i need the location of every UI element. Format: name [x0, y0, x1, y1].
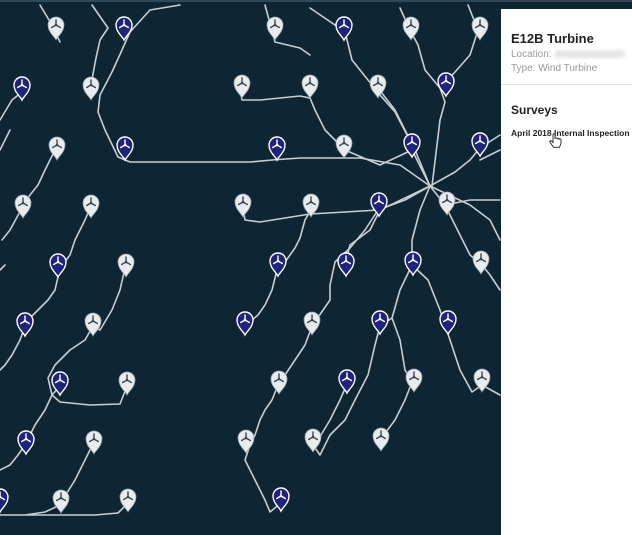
- turbine-marker[interactable]: [372, 427, 390, 452]
- turbine-detail-panel: E12B Turbine Location: Type: Wind Turbin…: [501, 9, 632, 535]
- turbine-marker-inspected[interactable]: [268, 136, 286, 162]
- turbine-layer[interactable]: [0, 16, 491, 514]
- location-label: Location:: [511, 49, 552, 60]
- turbine-marker[interactable]: [335, 134, 353, 159]
- turbine-location: Location:: [511, 49, 632, 60]
- cable-line: [0, 325, 26, 371]
- turbine-marker[interactable]: [82, 194, 100, 219]
- turbine-marker[interactable]: [52, 489, 70, 514]
- turbine-marker-inspected[interactable]: [337, 252, 355, 278]
- hand-cursor-icon: [549, 133, 562, 148]
- turbine-marker[interactable]: [438, 191, 456, 216]
- cable-line: [312, 264, 413, 456]
- turbine-marker-inspected[interactable]: [370, 192, 388, 218]
- turbine-marker-inspected[interactable]: [0, 488, 9, 514]
- turbine-marker-inspected[interactable]: [338, 369, 356, 395]
- turbine-marker-inspected[interactable]: [439, 310, 457, 336]
- turbine-marker-inspected[interactable]: [49, 253, 67, 279]
- turbine-marker[interactable]: [303, 311, 321, 336]
- turbine-marker-inspected[interactable]: [116, 136, 134, 162]
- turbine-marker[interactable]: [14, 194, 32, 219]
- turbine-marker[interactable]: [237, 429, 255, 454]
- cable-line: [0, 129, 11, 151]
- panel-divider: [501, 84, 632, 85]
- turbine-marker-inspected[interactable]: [236, 311, 254, 337]
- turbine-marker[interactable]: [266, 16, 284, 41]
- turbine-marker[interactable]: [85, 430, 103, 455]
- turbine-marker-inspected[interactable]: [115, 16, 133, 42]
- redacted-location: [554, 50, 625, 59]
- turbine-marker[interactable]: [471, 16, 489, 41]
- cable-line: [0, 444, 26, 471]
- surveys-heading: Surveys: [511, 103, 558, 117]
- turbine-type: Type: Wind Turbine: [511, 63, 598, 74]
- turbine-marker[interactable]: [270, 370, 288, 395]
- turbine-marker[interactable]: [84, 312, 102, 337]
- cable-line: [239, 89, 431, 187]
- cable-line: [242, 185, 431, 223]
- survey-link-april-2018[interactable]: April 2018 Internal Inspection: [511, 128, 632, 138]
- turbine-marker[interactable]: [118, 371, 136, 396]
- turbine-marker[interactable]: [304, 428, 322, 453]
- turbine-marker-inspected[interactable]: [269, 252, 287, 278]
- turbine-marker-inspected[interactable]: [16, 312, 34, 338]
- turbine-marker-inspected[interactable]: [437, 72, 455, 98]
- cable-line: [429, 185, 501, 241]
- cable-line: [0, 264, 6, 271]
- turbine-marker[interactable]: [402, 16, 420, 41]
- turbine-marker-inspected[interactable]: [471, 132, 489, 158]
- turbine-marker[interactable]: [301, 74, 319, 99]
- cable-line: [429, 134, 501, 187]
- turbine-marker-inspected[interactable]: [403, 133, 421, 159]
- turbine-marker[interactable]: [117, 253, 135, 278]
- turbine-marker[interactable]: [233, 74, 251, 99]
- turbine-marker[interactable]: [405, 368, 423, 393]
- turbine-marker-inspected[interactable]: [371, 310, 389, 336]
- turbine-title: E12B Turbine: [511, 31, 594, 46]
- turbine-marker-inspected[interactable]: [335, 16, 353, 42]
- turbine-marker[interactable]: [234, 193, 252, 218]
- turbine-marker[interactable]: [47, 16, 65, 41]
- turbine-marker[interactable]: [82, 76, 100, 101]
